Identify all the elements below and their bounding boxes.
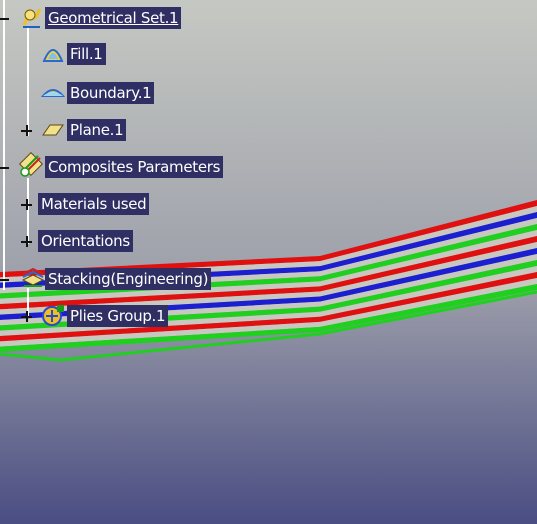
- plane-icon: [41, 119, 65, 141]
- tree-node-label[interactable]: Fill.1: [67, 43, 106, 65]
- tree-node-label[interactable]: Geometrical Set.1: [45, 7, 182, 29]
- viewport-scene: [0, 0, 537, 524]
- tree-node-label[interactable]: Plies Group.1: [67, 305, 169, 327]
- expand-icon[interactable]: [21, 199, 32, 210]
- tree-node-label[interactable]: Materials used: [38, 193, 150, 215]
- expand-icon[interactable]: [21, 311, 32, 322]
- tree-node-label[interactable]: Stacking(Engineering): [45, 268, 212, 290]
- tree-node-label[interactable]: Boundary.1: [67, 82, 155, 104]
- collapse-icon[interactable]: [0, 13, 9, 24]
- composites-parameters-icon: [18, 151, 44, 177]
- tree-trunk-line: [3, 0, 5, 290]
- stacking-icon: [20, 266, 45, 288]
- plies-group-icon: [40, 303, 64, 326]
- boundary-curve-icon: [40, 82, 66, 104]
- collapse-icon[interactable]: [0, 274, 9, 285]
- geometrical-set-icon: [20, 7, 44, 29]
- expand-icon[interactable]: [21, 125, 32, 136]
- collapse-icon[interactable]: [0, 162, 9, 173]
- tree-branch-line: [27, 178, 29, 244]
- fill-surface-icon: [41, 43, 65, 65]
- expand-icon[interactable]: [21, 236, 32, 247]
- tree-node-label[interactable]: Composites Parameters: [45, 156, 224, 178]
- 3d-viewport[interactable]: Geometrical Set.1 Fill.1 Boundary.1 Plan…: [0, 0, 537, 524]
- tree-node-label[interactable]: Orientations: [38, 230, 133, 252]
- tree-branch-line: [27, 26, 29, 136]
- tree-node-label[interactable]: Plane.1: [67, 119, 127, 141]
